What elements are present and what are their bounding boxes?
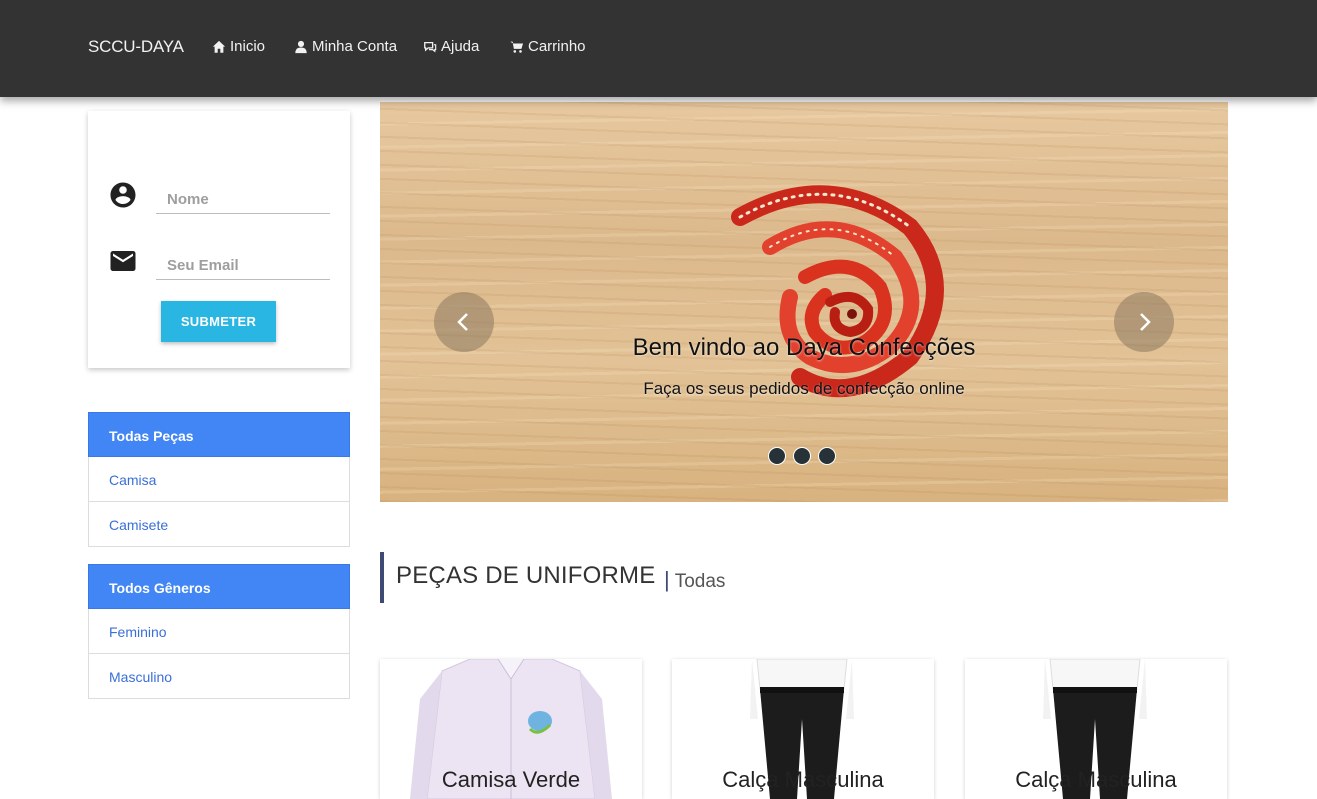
carousel-caption-subtitle: Faça os seus pedidos de confecção online: [643, 379, 965, 398]
list-header-all-genders[interactable]: Todos Gêneros: [88, 564, 350, 609]
brand-logo-text[interactable]: SCCU-DAYA: [88, 37, 184, 57]
list-item-camisa[interactable]: Camisa: [88, 457, 350, 502]
top-navbar: SCCU-DAYA Inicio Minha Conta Ajuda Carri…: [0, 0, 1317, 97]
chat-icon: [424, 41, 437, 53]
nav-item-carrinho[interactable]: Carrinho: [510, 38, 586, 55]
hero-carousel: Bem vindo ao Daya Confecções Faça os seu…: [380, 102, 1228, 502]
nav-item-inicio[interactable]: Inicio: [212, 38, 265, 55]
account-circle-icon: [108, 180, 138, 210]
gender-filter-list: Todos Gêneros Feminino Masculino: [88, 564, 350, 699]
email-input[interactable]: [156, 252, 330, 280]
nav-item-label: Inicio: [230, 38, 266, 55]
carousel-indicators: [768, 447, 836, 465]
product-title: Camisa Verde: [441, 767, 581, 792]
product-card-3[interactable]: Calça Masculina: [965, 659, 1227, 799]
section-title: PEÇAS DE UNIFORME: [396, 562, 656, 589]
carousel-indicator-1[interactable]: [768, 447, 786, 465]
pieces-filter-list: Todas Peças Camisa Camisete: [88, 412, 350, 547]
name-input[interactable]: [156, 186, 330, 214]
contact-form-card: SUBMETER: [88, 111, 350, 368]
carousel-caption-title: Bem vindo ao Daya Confecções: [632, 334, 976, 361]
chevron-left-icon: [457, 313, 468, 331]
carousel-indicator-2[interactable]: [793, 447, 811, 465]
home-icon: [212, 40, 226, 53]
pipe-separator: |: [664, 567, 670, 592]
list-header-all-pieces[interactable]: Todas Peças: [88, 412, 350, 457]
product-title: Calça Masculina: [1015, 767, 1177, 792]
cart-icon: [510, 41, 523, 53]
product-title: Calça Masculina: [722, 767, 884, 792]
section-filter-label: | Todas: [664, 567, 725, 593]
list-item-masculino[interactable]: Masculino: [88, 654, 350, 699]
email-icon: [108, 246, 138, 276]
carousel-indicator-3[interactable]: [818, 447, 836, 465]
list-item-camisete[interactable]: Camisete: [88, 502, 350, 547]
list-item-feminino[interactable]: Feminino: [88, 609, 350, 654]
submit-button[interactable]: SUBMETER: [161, 301, 276, 342]
product-card-2[interactable]: Calça Masculina: [672, 659, 934, 799]
chevron-right-icon: [1140, 313, 1151, 331]
user-icon: [295, 40, 307, 53]
nav-item-label: Minha Conta: [312, 38, 398, 55]
nav-item-minha-conta[interactable]: Minha Conta: [294, 38, 397, 55]
nav-item-label: Carrinho: [528, 38, 586, 55]
section-filter-value: Todas: [674, 571, 726, 592]
product-card-1[interactable]: Camisa Verde: [380, 659, 642, 799]
nav-item-ajuda[interactable]: Ajuda: [423, 38, 479, 55]
nav-item-label: Ajuda: [441, 38, 480, 55]
section-accent-bar: [380, 552, 384, 603]
